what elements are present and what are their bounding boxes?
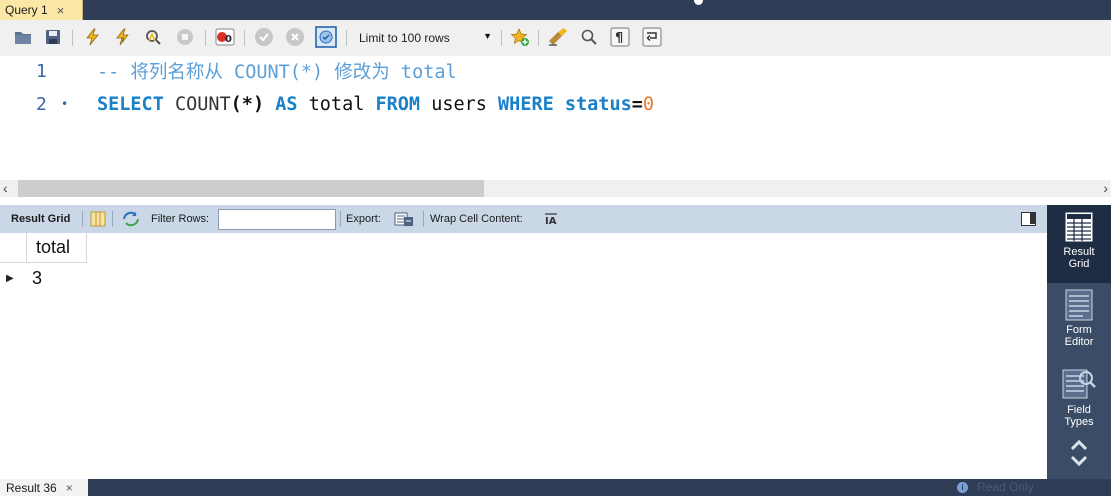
wrap-cell-label: Wrap Cell Content: xyxy=(430,213,523,225)
toolbar-separator xyxy=(340,211,341,227)
form-editor-label-1: Form xyxy=(1066,324,1092,336)
editor-horizontal-scrollbar[interactable]: ‹ › xyxy=(0,180,1111,197)
read-only-status: i Read Only xyxy=(957,480,1034,494)
toolbar-separator xyxy=(112,211,113,227)
execute-icon[interactable] xyxy=(81,26,103,48)
export-label: Export: xyxy=(346,213,381,225)
sql-table: users xyxy=(431,93,487,115)
sql-keyword: AS xyxy=(275,93,298,115)
result-tab-label: Result 36 xyxy=(6,480,57,495)
scroll-right-icon[interactable]: › xyxy=(1103,180,1108,196)
export-icon[interactable] xyxy=(394,210,414,231)
line-number: 1 xyxy=(36,60,47,82)
sql-number: 0 xyxy=(642,93,654,115)
toolbar-separator xyxy=(205,30,206,46)
scrollbar-thumb[interactable] xyxy=(18,180,484,197)
results-toolbar: Result Grid Filter Rows: Export: Wrap Ce… xyxy=(0,205,1047,233)
beautify-icon[interactable] xyxy=(547,26,569,48)
toolbar-separator xyxy=(538,30,539,46)
grid-corner xyxy=(0,233,27,263)
result-grid-icon xyxy=(1064,211,1094,243)
toolbar-separator xyxy=(244,30,245,46)
scroll-left-icon[interactable]: ‹ xyxy=(3,180,8,196)
toolbar-separator xyxy=(346,30,347,46)
sql-alias: total xyxy=(308,93,365,115)
query-tab-bar: Query 1 × xyxy=(0,0,1111,20)
commit-icon[interactable] xyxy=(253,26,275,48)
tab-result-36[interactable]: Result 36 × xyxy=(0,479,88,496)
filter-rows-input[interactable] xyxy=(218,209,336,230)
wrap-cell-icon[interactable]: IA xyxy=(543,212,559,229)
form-editor-label-2: Editor xyxy=(1064,336,1094,348)
editor-line: 1 -- 将列名称从 COUNT(*) 修改为 total xyxy=(0,56,1111,86)
result-grid-label-1: Result xyxy=(1063,246,1095,258)
dropdown-arrow-icon: ▼ xyxy=(483,31,492,41)
sql-keyword: FROM xyxy=(375,93,421,115)
svg-text:I: I xyxy=(122,36,124,44)
find-icon[interactable] xyxy=(578,26,600,48)
sql-keyword: SELECT xyxy=(97,93,164,115)
limit-rows-value: Limit to 100 rows xyxy=(359,31,450,45)
stop-icon[interactable] xyxy=(174,26,196,48)
execute-current-icon[interactable]: I xyxy=(111,26,133,48)
mysql-workbench-window: Query 1 × I 0 Limit to 100 rows ▼ ¶ 1 --… xyxy=(0,0,1111,496)
sql-column: status xyxy=(564,93,632,115)
read-only-label: Read Only xyxy=(977,480,1034,494)
result-side-panel: Result Grid Form Editor Field Types xyxy=(1047,205,1111,479)
field-types-label-1: Field xyxy=(1067,404,1091,416)
result-grid-button[interactable]: Result Grid xyxy=(1047,205,1111,283)
sql-keyword: WHERE xyxy=(498,93,554,115)
add-snippet-icon[interactable] xyxy=(509,26,531,48)
result-tab-bar: Result 36 × i Read Only xyxy=(0,479,1111,496)
rollback-icon[interactable] xyxy=(284,26,306,48)
sql-comment: -- 将列名称从 COUNT(*) 修改为 total xyxy=(97,62,457,83)
wrap-icon[interactable] xyxy=(641,26,663,48)
field-types-label-2: Types xyxy=(1064,416,1094,428)
tab-label: Query 1 xyxy=(5,3,48,17)
form-editor-button[interactable]: Form Editor xyxy=(1047,289,1111,359)
svg-text:¶: ¶ xyxy=(615,31,623,46)
grid-columns-icon[interactable] xyxy=(90,211,106,230)
row-pointer-icon[interactable]: ▶ xyxy=(0,264,27,292)
line-number: 2 xyxy=(36,93,47,115)
sql-operator: = xyxy=(631,93,643,115)
open-folder-icon[interactable] xyxy=(12,26,34,48)
toolbar-separator xyxy=(82,211,83,227)
sql-paren: (*) xyxy=(230,93,265,115)
sql-editor-toolbar: I 0 Limit to 100 rows ▼ ¶ xyxy=(0,20,1111,56)
close-icon[interactable]: × xyxy=(57,3,65,18)
grid-cell[interactable]: 3 xyxy=(28,264,87,292)
window-indicator-icon xyxy=(693,0,704,6)
sql-statement: SELECT COUNT(*) AS total FROM users WHER… xyxy=(97,94,654,115)
field-types-icon xyxy=(1062,369,1096,399)
toggle-panel-icon[interactable] xyxy=(1021,212,1036,226)
refresh-icon[interactable] xyxy=(122,211,140,230)
scroll-panel-icon[interactable] xyxy=(1047,437,1111,472)
info-icon: i xyxy=(957,481,968,493)
limit-rows-select[interactable]: Limit to 100 rows ▼ xyxy=(352,28,498,48)
toolbar-separator xyxy=(72,30,73,46)
tab-query-1[interactable]: Query 1 × xyxy=(0,0,83,20)
svg-text:IA: IA xyxy=(545,216,557,226)
column-header-total[interactable]: total xyxy=(27,233,87,263)
toggle-error-icon[interactable]: 0 xyxy=(214,26,236,48)
explain-icon[interactable] xyxy=(142,26,164,48)
svg-text:0: 0 xyxy=(225,34,232,45)
result-grid-label-2: Grid xyxy=(1068,258,1090,270)
sql-function: COUNT xyxy=(174,93,231,115)
sql-editor[interactable]: 1 -- 将列名称从 COUNT(*) 修改为 total 2 • SELECT… xyxy=(0,56,1111,180)
statement-marker-icon: • xyxy=(61,97,69,111)
save-icon[interactable] xyxy=(42,26,64,48)
form-editor-icon xyxy=(1065,289,1093,321)
toolbar-separator xyxy=(423,211,424,227)
editor-line: 2 • SELECT COUNT(*) AS total FROM users … xyxy=(0,89,1111,119)
filter-rows-label: Filter Rows: xyxy=(151,213,210,225)
autocommit-icon[interactable] xyxy=(315,26,337,48)
invisible-chars-icon[interactable]: ¶ xyxy=(609,26,631,48)
result-grid: total ▶ 3 xyxy=(0,233,1047,479)
field-types-button[interactable]: Field Types xyxy=(1047,367,1111,437)
close-icon[interactable]: × xyxy=(66,481,73,495)
toolbar-separator xyxy=(501,30,502,46)
result-grid-label[interactable]: Result Grid xyxy=(11,213,70,225)
